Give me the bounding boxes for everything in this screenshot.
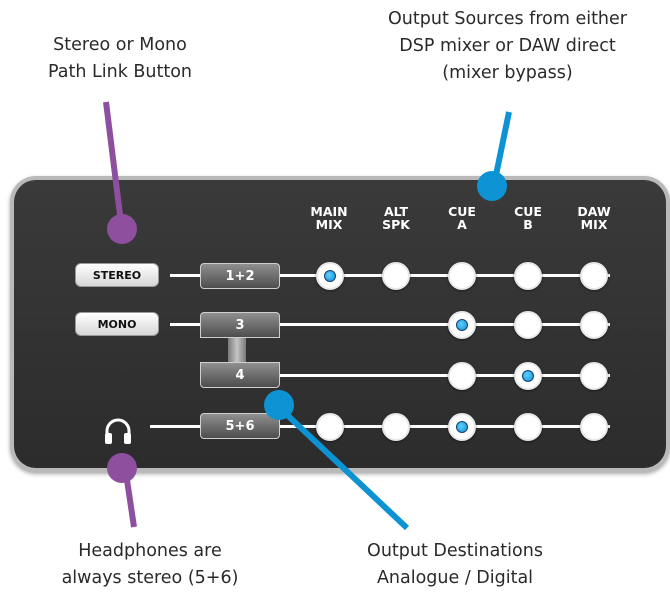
output-5-6[interactable]: 5+6 — [200, 413, 280, 439]
headphones-callout: Headphones are always stereo (5+6) — [61, 541, 239, 588]
column-main-mix: MAIN MIX — [310, 204, 348, 232]
mono-button[interactable]: MONO — [75, 312, 159, 336]
node-5-6-cue-b[interactable] — [514, 413, 542, 441]
node-4-cue-b[interactable] — [514, 362, 542, 390]
node-3-cue-a[interactable] — [448, 311, 476, 339]
node-5-6-alt-spk[interactable] — [382, 413, 410, 441]
node-3-daw-mix[interactable] — [580, 311, 608, 339]
node-1-2-cue-a[interactable] — [448, 262, 476, 290]
node-1-2-alt-spk[interactable] — [382, 262, 410, 290]
node-3-cue-b[interactable] — [514, 311, 542, 339]
row-line-3 — [280, 323, 610, 326]
node-5-6-daw-mix[interactable] — [580, 413, 608, 441]
output-1-2[interactable]: 1+2 — [200, 263, 280, 289]
row-line-mono-link — [170, 323, 200, 326]
output-destinations-callout: Output Destinations Analogue / Digital — [367, 541, 543, 588]
node-5-6-main-mix[interactable] — [316, 413, 344, 441]
output-sources-callout: Output Sources from either DSP mixer or … — [388, 9, 627, 83]
headphones-icon — [102, 415, 134, 447]
node-4-cue-a[interactable] — [448, 362, 476, 390]
output-3[interactable]: 3 — [200, 312, 280, 338]
column-cue-b: CUE B — [514, 204, 542, 232]
node-1-2-daw-mix[interactable] — [580, 262, 608, 290]
node-1-2-main-mix[interactable] — [316, 262, 344, 290]
node-4-daw-mix[interactable] — [580, 362, 608, 390]
row-line-4 — [280, 374, 610, 377]
column-daw-mix: DAW MIX — [577, 204, 611, 232]
node-5-6-cue-a[interactable] — [448, 413, 476, 441]
stereo-button[interactable]: STEREO — [75, 263, 159, 287]
column-alt-spk: ALT SPK — [382, 204, 410, 232]
node-1-2-cue-b[interactable] — [514, 262, 542, 290]
link-button-callout: Stereo or Mono Path Link Button — [47, 35, 193, 82]
output-4[interactable]: 4 — [200, 362, 280, 388]
column-cue-a: CUE A — [448, 204, 476, 232]
